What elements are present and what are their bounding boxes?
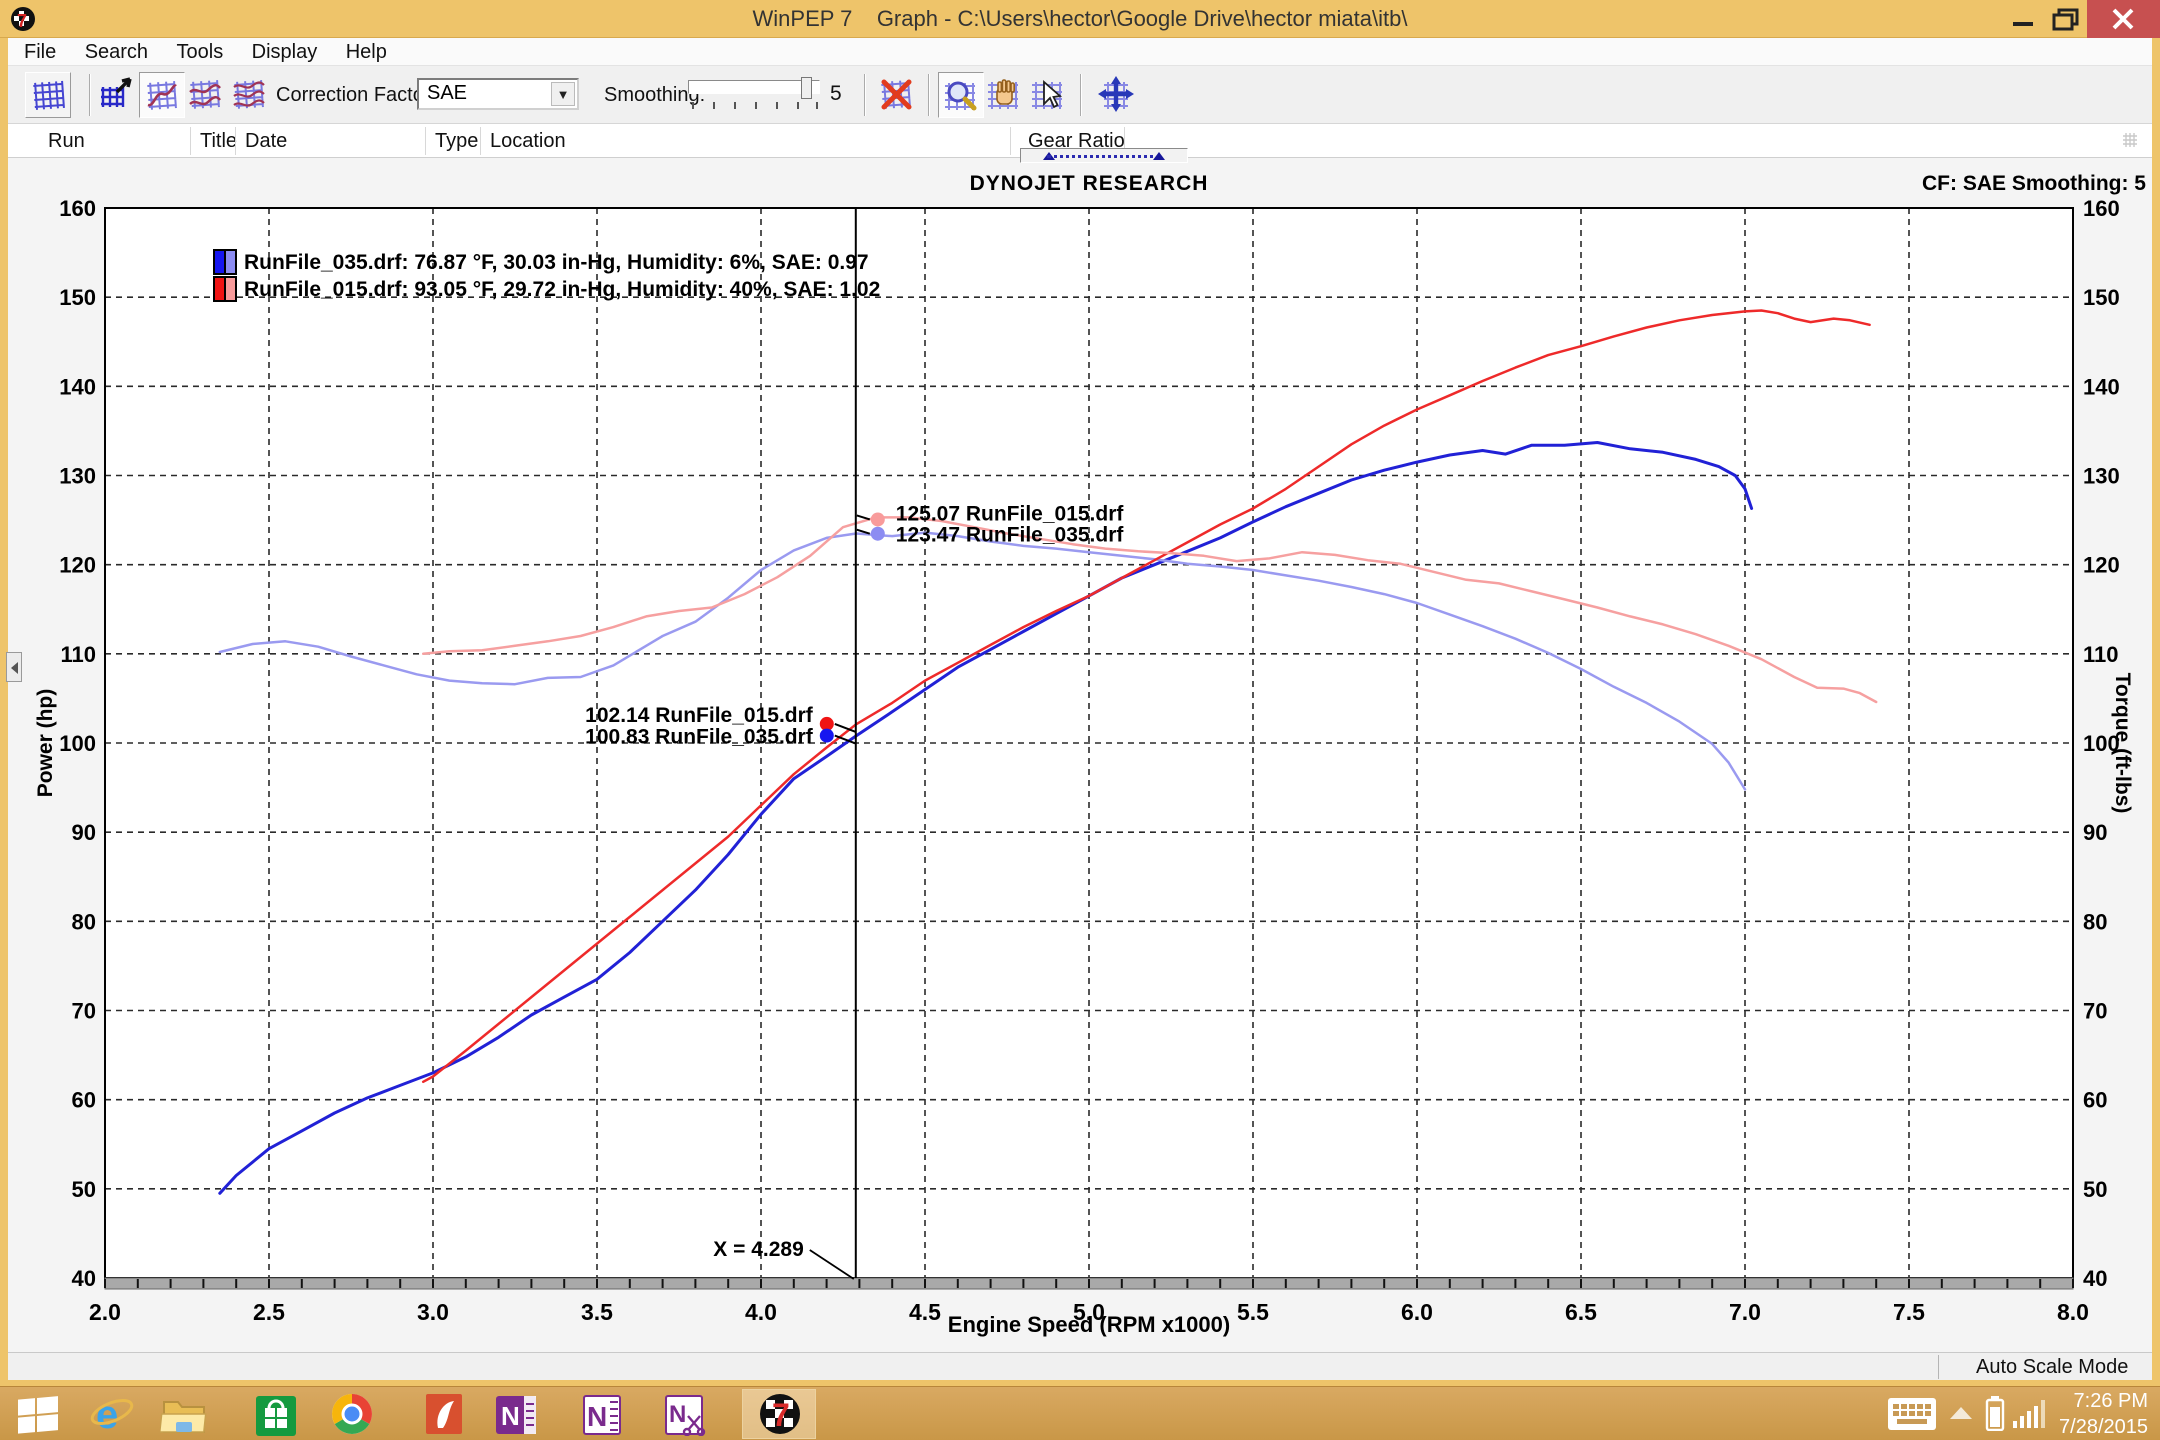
restore-icon — [2045, 0, 2087, 38]
clock-time: 7:26 PM — [2059, 1388, 2148, 1414]
minimize-icon — [2003, 0, 2045, 38]
graph-single-run-icon — [142, 75, 182, 115]
column-location[interactable]: Location — [490, 130, 566, 153]
smoothing-slider-thumb[interactable] — [801, 77, 812, 99]
status-divider — [1938, 1355, 1939, 1379]
gear-ratio-slider[interactable] — [1020, 148, 1188, 163]
smoothing-value: 5 — [830, 82, 842, 106]
restore-button[interactable] — [2045, 0, 2087, 38]
onenote-icon[interactable]: N — [492, 1392, 540, 1436]
select-graph-icon — [1028, 74, 1068, 114]
panel-splitter-arrow[interactable] — [6, 652, 22, 682]
column-date[interactable]: Date — [245, 130, 287, 153]
minimize-button[interactable] — [2003, 0, 2045, 38]
touch-keyboard-icon[interactable] — [1887, 1397, 1937, 1431]
file-explorer-icon[interactable] — [160, 1392, 208, 1436]
column-divider — [190, 127, 191, 155]
onenote-alt-icon[interactable]: N — [578, 1392, 626, 1436]
column-divider — [425, 127, 426, 155]
graph-single-run-button[interactable] — [139, 72, 185, 118]
graph-three-runs-button[interactable] — [227, 72, 273, 118]
battery-icon[interactable] — [1985, 1395, 2005, 1431]
column-divider — [1010, 127, 1011, 155]
auto-scale-button[interactable] — [1094, 72, 1140, 118]
auto-scale-icon — [1096, 74, 1136, 114]
grid-icon — [28, 75, 68, 115]
left-arrow-icon — [11, 662, 18, 674]
zoom-graph-button[interactable] — [938, 72, 984, 118]
menu-search[interactable]: Search — [77, 38, 156, 67]
graph-two-runs-button[interactable] — [183, 72, 229, 118]
correction-factor-value: SAE — [427, 82, 467, 104]
menu-file[interactable]: File — [16, 38, 64, 67]
toolbar-separator — [1080, 74, 1082, 116]
scale-mode-status: Auto Scale Mode — [1976, 1356, 2128, 1379]
toolbar-separator — [89, 74, 91, 116]
tray-expand-icon[interactable] — [1948, 1405, 1974, 1421]
graph-three-runs-icon — [229, 74, 269, 114]
toolbar: Correction Factor: SAE ▼ Smoothing: 5 — [8, 66, 2152, 124]
run-list-header: Run Title Date Type Location Gear Ratio — [8, 124, 2152, 158]
menu-display[interactable]: Display — [244, 38, 326, 67]
grid-export-icon — [97, 74, 137, 114]
window-title: WinPEP 7 Graph - C:\Users\hector\Google … — [0, 0, 2160, 38]
gear-ratio-right-arrow-icon[interactable] — [1153, 152, 1165, 160]
onenote-clipper-icon[interactable]: N — [660, 1392, 708, 1436]
start-icon[interactable] — [14, 1392, 62, 1436]
toolbar-separator — [864, 74, 866, 116]
internet-explorer-icon[interactable]: e — [88, 1392, 136, 1436]
menu-bar: File Search Tools Display Help — [8, 38, 2152, 66]
menu-help[interactable]: Help — [338, 38, 395, 67]
clock-date: 7/28/2015 — [2059, 1414, 2148, 1440]
gear-ratio-track — [1047, 155, 1161, 158]
toolbar-separator — [928, 74, 930, 116]
office-app-icon[interactable] — [420, 1392, 468, 1436]
delete-run-button[interactable] — [874, 72, 920, 118]
windows-store-icon[interactable] — [252, 1392, 300, 1436]
select-graph-button[interactable] — [1026, 72, 1072, 118]
svg-text:N: N — [587, 1401, 607, 1432]
svg-text:7: 7 — [772, 1397, 790, 1433]
delete-run-icon — [876, 74, 916, 114]
close-button[interactable] — [2087, 0, 2160, 38]
smoothing-slider-ticks — [692, 102, 818, 110]
chevron-down-icon[interactable]: ▼ — [551, 82, 575, 106]
window-border — [0, 38, 8, 1380]
column-divider — [235, 127, 236, 155]
svg-text:N: N — [669, 1401, 686, 1428]
taskbar: e N — [0, 1386, 2160, 1440]
column-divider — [480, 127, 481, 155]
taskbar-clock[interactable]: 7:26 PM 7/28/2015 — [2059, 1388, 2148, 1440]
grid-handle-icon[interactable] — [2122, 132, 2138, 148]
export-grid-button[interactable] — [95, 72, 141, 118]
status-bar: Auto Scale Mode — [8, 1352, 2152, 1380]
title-bar: 7 WinPEP 7 Graph - C:\Users\hector\Googl… — [0, 0, 2160, 38]
pan-graph-button[interactable] — [982, 72, 1028, 118]
chrome-icon[interactable] — [328, 1392, 376, 1436]
correction-factor-label: Correction Factor: — [276, 84, 436, 107]
grid-view-button[interactable] — [25, 72, 71, 118]
column-run[interactable]: Run — [48, 130, 85, 153]
window-border — [2152, 38, 2160, 1380]
menu-tools[interactable]: Tools — [169, 38, 232, 67]
column-type[interactable]: Type — [435, 130, 478, 153]
zoom-graph-icon — [941, 75, 981, 115]
network-signal-icon[interactable] — [2012, 1399, 2046, 1429]
close-icon — [2087, 0, 2160, 38]
screen: 7 WinPEP 7 Graph - C:\Users\hector\Googl… — [0, 0, 2160, 1440]
winpep-icon[interactable]: 7 — [756, 1392, 804, 1436]
smoothing-slider[interactable] — [688, 80, 820, 94]
graph-panel — [8, 158, 2152, 1352]
correction-factor-select[interactable]: SAE ▼ — [417, 78, 579, 110]
svg-text:e: e — [96, 1393, 118, 1436]
svg-text:N: N — [501, 1401, 520, 1431]
pan-graph-icon — [984, 74, 1024, 114]
column-title[interactable]: Title — [200, 130, 237, 153]
graph-two-runs-icon — [185, 74, 225, 114]
